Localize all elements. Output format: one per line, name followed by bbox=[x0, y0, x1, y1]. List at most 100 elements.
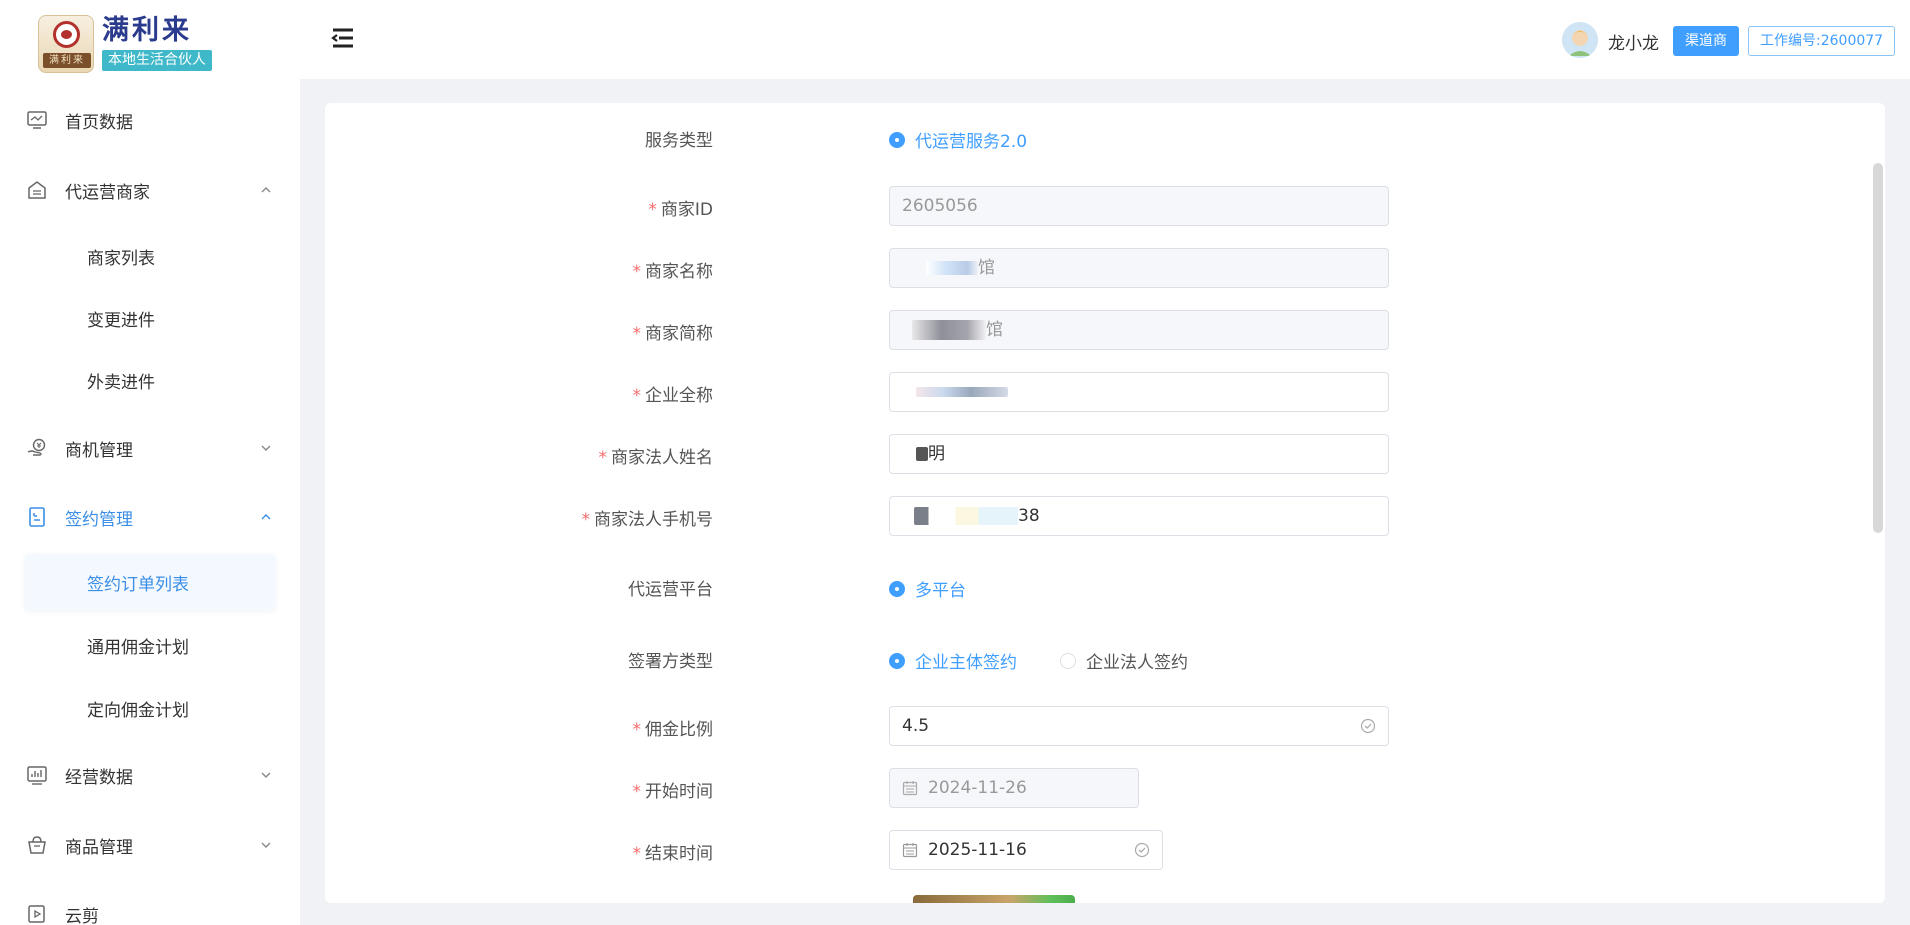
sidebar-subitem-contract-order-list[interactable]: 签约订单列表 bbox=[25, 554, 275, 610]
radio-dot bbox=[889, 652, 905, 669]
chart-icon bbox=[27, 766, 47, 785]
sidebar-subitem-label: 变更进件 bbox=[87, 310, 155, 331]
form-row-service-type: 服务类型 代运营服务2.0 bbox=[325, 117, 1825, 157]
sidebar-subitem-label: 签约订单列表 bbox=[87, 574, 189, 595]
user-name[interactable]: 龙小龙 bbox=[1608, 29, 1659, 54]
start-date-field: 2024-11-26 bbox=[889, 768, 1139, 808]
field-label: 商家法人手机号 bbox=[594, 510, 713, 530]
company-name-input[interactable] bbox=[889, 372, 1389, 412]
app-logo[interactable]: 满利来 满利来 本地生活合伙人 bbox=[38, 15, 218, 73]
calendar-icon bbox=[902, 843, 918, 858]
redacted-text bbox=[916, 387, 1008, 397]
form-row-legal-person-name: * 商家法人姓名 明 bbox=[325, 434, 1825, 474]
check-circle-icon bbox=[1360, 718, 1376, 734]
form-row-start-time: * 开始时间 2024-11-26 bbox=[325, 768, 1825, 808]
field-label: 企业全称 bbox=[645, 386, 713, 406]
contract-icon bbox=[29, 507, 45, 527]
radio-service-type-operation-2[interactable]: 代运营服务2.0 bbox=[889, 127, 1027, 152]
sidebar: 满利来 满利来 本地生活合伙人 首页数据 代运营商家 商家列表 变更进件 外卖进… bbox=[0, 0, 300, 925]
video-icon bbox=[28, 905, 45, 923]
form-row-platform: 代运营平台 多平台 bbox=[325, 566, 1825, 606]
sidebar-item-label: 商机管理 bbox=[65, 440, 133, 461]
radio-dot bbox=[1060, 652, 1076, 669]
redacted-text bbox=[926, 261, 978, 275]
form-row-signer-type: 签署方类型 企业主体签约 企业法人签约 bbox=[325, 638, 1825, 678]
sidebar-subitem-targeted-commission[interactable]: 定向佣金计划 bbox=[25, 680, 275, 736]
field-label: 结束时间 bbox=[645, 844, 713, 864]
form-row-legal-person-phone: * 商家法人手机号 38 bbox=[325, 496, 1825, 536]
role-badge: 渠道商 bbox=[1673, 26, 1739, 56]
chevron-down-icon bbox=[261, 772, 271, 778]
sidebar-subitem-label: 外卖进件 bbox=[87, 372, 155, 393]
menu-fold-icon[interactable] bbox=[330, 27, 356, 49]
sidebar-subitem-label: 定向佣金计划 bbox=[87, 700, 189, 721]
sidebar-item-contract-management[interactable]: 签约管理 bbox=[0, 492, 300, 542]
radio-dot bbox=[889, 131, 905, 148]
house-icon bbox=[28, 181, 46, 199]
sidebar-subitem-label: 通用佣金计划 bbox=[87, 637, 189, 658]
field-label: 商家ID bbox=[660, 200, 713, 220]
avatar[interactable] bbox=[1562, 22, 1598, 58]
radio-platform-multi[interactable]: 多平台 bbox=[889, 576, 966, 601]
sidebar-item-label: 代运营商家 bbox=[65, 182, 150, 203]
field-label: 商家简称 bbox=[645, 324, 713, 344]
form-row-merchant-short-name: * 商家简称 馆 bbox=[325, 310, 1825, 350]
radio-signer-legal-person[interactable]: 企业法人签约 bbox=[1060, 648, 1188, 673]
logo-subtitle: 本地生活合伙人 bbox=[102, 50, 212, 71]
form-row-merchant-id: * 商家ID 2605056 bbox=[325, 186, 1825, 226]
logo-badge-icon: 满利来 bbox=[38, 15, 94, 73]
sidebar-subitem-change-application[interactable]: 变更进件 bbox=[25, 290, 275, 346]
radio-dot bbox=[889, 580, 905, 597]
chevron-down-icon bbox=[261, 445, 271, 451]
sidebar-item-home-data[interactable]: 首页数据 bbox=[0, 95, 300, 145]
top-header: 龙小龙 渠道商 工作编号:2600077 bbox=[300, 0, 1910, 79]
sidebar-item-label: 云剪 bbox=[65, 906, 99, 925]
sidebar-subitem-label: 商家列表 bbox=[87, 248, 155, 269]
sidebar-item-product-management[interactable]: 商品管理 bbox=[0, 820, 300, 870]
redacted-text bbox=[916, 447, 928, 461]
calendar-icon bbox=[902, 781, 918, 796]
sidebar-subitem-general-commission[interactable]: 通用佣金计划 bbox=[25, 617, 275, 673]
chevron-up-icon bbox=[261, 187, 271, 193]
commission-rate-input[interactable]: 4.5 bbox=[889, 706, 1389, 746]
sidebar-item-label: 经营数据 bbox=[65, 767, 133, 788]
merchant-id-field: 2605056 bbox=[889, 186, 1389, 226]
field-label: 商家名称 bbox=[645, 262, 713, 282]
field-label: 签署方类型 bbox=[628, 652, 713, 672]
merchant-short-name-field: 馆 bbox=[889, 310, 1389, 350]
form-row-merchant-name: * 商家名称 馆 bbox=[325, 248, 1825, 288]
field-label: 开始时间 bbox=[645, 782, 713, 802]
monitor-icon bbox=[27, 111, 47, 129]
form-row-company-name: * 企业全称 bbox=[325, 372, 1825, 412]
basket-icon bbox=[28, 836, 46, 854]
legal-person-name-input[interactable]: 明 bbox=[889, 434, 1389, 474]
end-date-picker[interactable]: 2025-11-16 bbox=[889, 830, 1163, 870]
radio-signer-company[interactable]: 企业主体签约 bbox=[889, 648, 1017, 673]
sidebar-item-opportunity[interactable]: 商机管理 bbox=[0, 423, 300, 473]
radio-label: 企业法人签约 bbox=[1086, 653, 1188, 673]
money-hand-icon bbox=[27, 438, 46, 456]
chevron-down-icon bbox=[261, 842, 271, 848]
sidebar-item-business-data[interactable]: 经营数据 bbox=[0, 750, 300, 800]
work-number-badge: 工作编号:2600077 bbox=[1748, 26, 1896, 56]
field-label: 佣金比例 bbox=[645, 720, 713, 740]
contract-form-card: 服务类型 代运营服务2.0 * 商家ID 2605056 * 商家名称 馆 * 商家简… bbox=[325, 103, 1885, 903]
scrollbar-thumb[interactable] bbox=[1873, 163, 1883, 533]
sidebar-item-label: 首页数据 bbox=[65, 112, 133, 133]
sidebar-item-cloud-edit[interactable]: 云剪 bbox=[0, 889, 300, 925]
sidebar-subitem-delivery-application[interactable]: 外卖进件 bbox=[25, 352, 275, 408]
radio-label: 多平台 bbox=[915, 581, 966, 601]
avatar-icon bbox=[1562, 22, 1598, 58]
sidebar-item-managed-merchants[interactable]: 代运营商家 bbox=[0, 165, 300, 215]
legal-person-phone-input[interactable]: 38 bbox=[889, 496, 1389, 536]
form-row-end-time: * 结束时间 2025-11-16 bbox=[325, 830, 1825, 870]
chevron-up-icon bbox=[261, 514, 271, 520]
sidebar-subitem-merchant-list[interactable]: 商家列表 bbox=[25, 228, 275, 284]
field-label: 代运营平台 bbox=[628, 580, 713, 600]
form-row-commission: * 佣金比例 4.5 bbox=[325, 706, 1825, 746]
check-circle-icon bbox=[1134, 842, 1150, 858]
uploaded-image-thumbnail[interactable] bbox=[913, 895, 1075, 903]
redacted-text bbox=[914, 507, 1018, 525]
redacted-text bbox=[912, 320, 986, 340]
sidebar-item-label: 商品管理 bbox=[65, 837, 133, 858]
